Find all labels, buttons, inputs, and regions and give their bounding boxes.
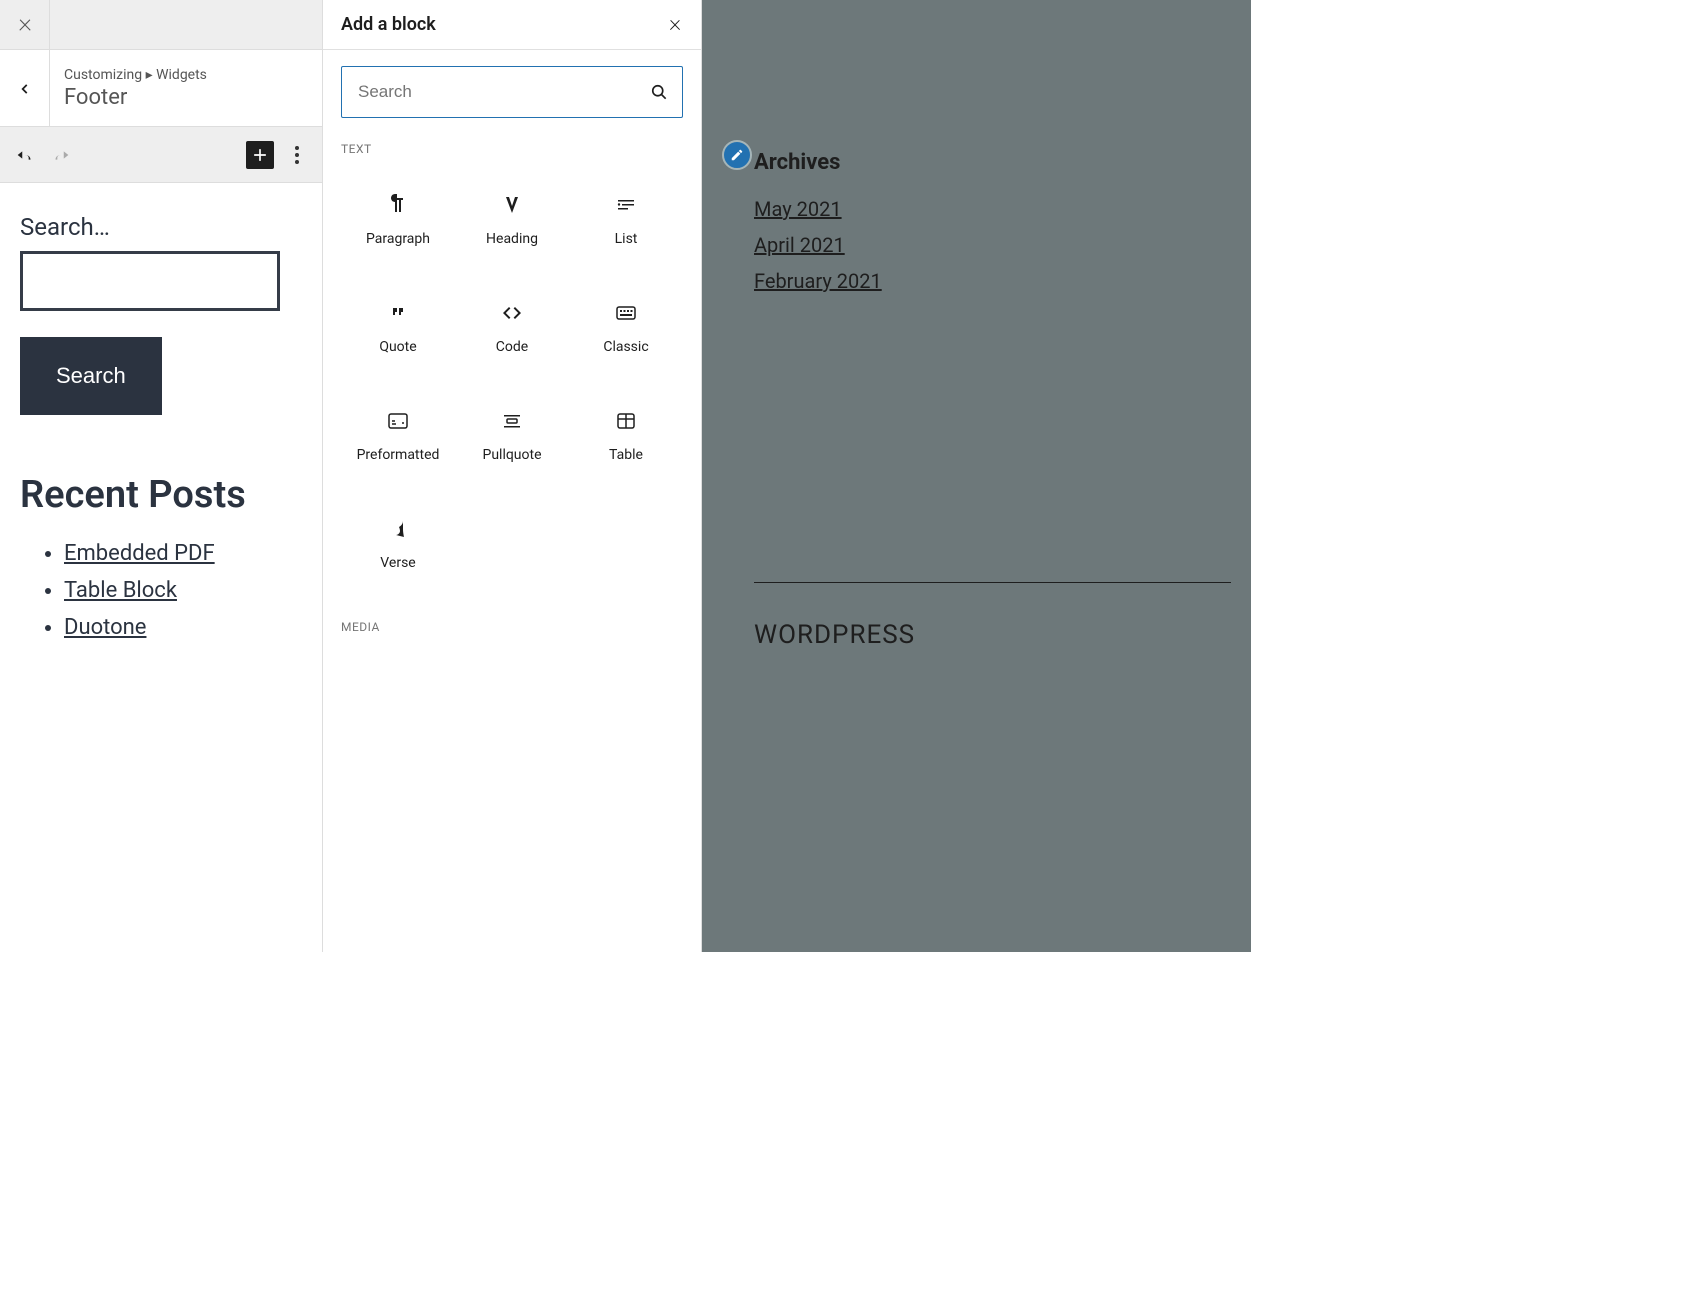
undo-button[interactable] — [10, 140, 40, 170]
more-vertical-icon — [295, 146, 299, 164]
edit-shortcut-button[interactable] — [722, 140, 752, 170]
archives-link[interactable]: April 2021 — [754, 227, 882, 263]
close-customizer-button[interactable] — [0, 0, 50, 50]
back-button[interactable] — [0, 50, 50, 127]
site-preview: Archives May 2021 April 2021 February 20… — [702, 0, 1251, 952]
undo-icon — [14, 144, 36, 166]
search-widget-label[interactable]: Search… — [20, 213, 302, 241]
paragraph-icon — [386, 193, 410, 217]
widget-preview-area: Search… Search Recent Posts Embedded PDF… — [0, 183, 322, 952]
recent-posts-heading[interactable]: Recent Posts — [20, 473, 302, 517]
block-search-wrap — [341, 66, 683, 118]
breadcrumb-area: Customizing ▸ Widgets Footer — [0, 50, 322, 127]
breadcrumb-text: Customizing ▸ Widgets Footer — [50, 50, 221, 126]
block-label: Quote — [379, 339, 416, 355]
block-label: Table — [609, 447, 643, 463]
block-heading[interactable]: Heading — [455, 166, 569, 274]
breadcrumb-path-current: Widgets — [156, 67, 207, 83]
x-icon — [16, 16, 34, 34]
chevron-left-icon — [18, 79, 32, 99]
block-search-input[interactable] — [341, 66, 683, 118]
quote-icon — [386, 301, 410, 325]
pencil-icon — [730, 148, 744, 162]
block-grid-text: Paragraph Heading List Quote Code Classi… — [341, 166, 683, 598]
add-block-button[interactable] — [246, 141, 274, 169]
link-text: Duotone — [64, 615, 146, 640]
block-classic[interactable]: Classic — [569, 274, 683, 382]
list-item[interactable]: Duotone — [64, 609, 302, 646]
category-label-media: MEDIA — [341, 620, 683, 634]
block-paragraph[interactable]: Paragraph — [341, 166, 455, 274]
block-inserter-panel: Add a block TEXT Paragraph Heading List — [322, 0, 702, 952]
link-text: Embedded PDF — [64, 541, 215, 566]
preformatted-icon — [386, 409, 410, 433]
archives-list: May 2021 April 2021 February 2021 — [754, 191, 882, 299]
archives-widget: Archives May 2021 April 2021 February 20… — [754, 150, 882, 299]
more-options-button[interactable] — [282, 140, 312, 170]
block-pullquote[interactable]: Pullquote — [455, 382, 569, 490]
archives-link[interactable]: February 2021 — [754, 263, 882, 299]
list-item[interactable]: Embedded PDF — [64, 535, 302, 572]
inserter-title: Add a block — [341, 14, 436, 35]
table-icon — [614, 409, 638, 433]
inserter-close-button[interactable] — [667, 17, 683, 33]
footer-brand: WORDPRESS — [754, 620, 915, 650]
search-widget-input[interactable] — [20, 251, 280, 311]
block-quote[interactable]: Quote — [341, 274, 455, 382]
plus-icon — [250, 145, 270, 165]
block-verse[interactable]: Verse — [341, 490, 455, 598]
heading-icon — [500, 193, 524, 217]
inserter-header: Add a block — [323, 0, 701, 50]
list-icon — [614, 193, 638, 217]
classic-icon — [614, 301, 638, 325]
block-label: Classic — [603, 339, 648, 355]
x-icon — [667, 17, 683, 33]
editor-toolbar — [0, 127, 322, 183]
search-icon — [649, 82, 669, 102]
block-label: Pullquote — [482, 447, 541, 463]
block-table[interactable]: Table — [569, 382, 683, 490]
breadcrumb-title: Footer — [64, 85, 207, 110]
footer-divider — [754, 582, 1231, 583]
code-icon — [500, 301, 524, 325]
block-label: Preformatted — [357, 447, 440, 463]
verse-icon — [386, 517, 410, 541]
block-preformatted[interactable]: Preformatted — [341, 382, 455, 490]
breadcrumb-path-prefix: Customizing — [64, 67, 142, 83]
inserter-body: TEXT Paragraph Heading List Quote Code — [323, 50, 701, 660]
block-label: Code — [496, 339, 528, 355]
block-code[interactable]: Code — [455, 274, 569, 382]
redo-button[interactable] — [46, 140, 76, 170]
block-label: List — [615, 231, 638, 247]
block-label: Verse — [380, 555, 415, 571]
pullquote-icon — [500, 409, 524, 433]
list-item[interactable]: Table Block — [64, 572, 302, 609]
archives-link[interactable]: May 2021 — [754, 191, 882, 227]
recent-posts-list: Embedded PDF Table Block Duotone — [20, 535, 302, 646]
block-label: Paragraph — [366, 231, 430, 247]
block-list[interactable]: List — [569, 166, 683, 274]
link-text: Table Block — [64, 578, 177, 603]
breadcrumb-path: Customizing ▸ Widgets — [64, 67, 207, 83]
block-label: Heading — [486, 231, 538, 247]
archives-heading: Archives — [754, 150, 882, 175]
search-widget-button[interactable]: Search — [20, 337, 162, 415]
redo-icon — [50, 144, 72, 166]
category-label-text: TEXT — [341, 142, 683, 156]
